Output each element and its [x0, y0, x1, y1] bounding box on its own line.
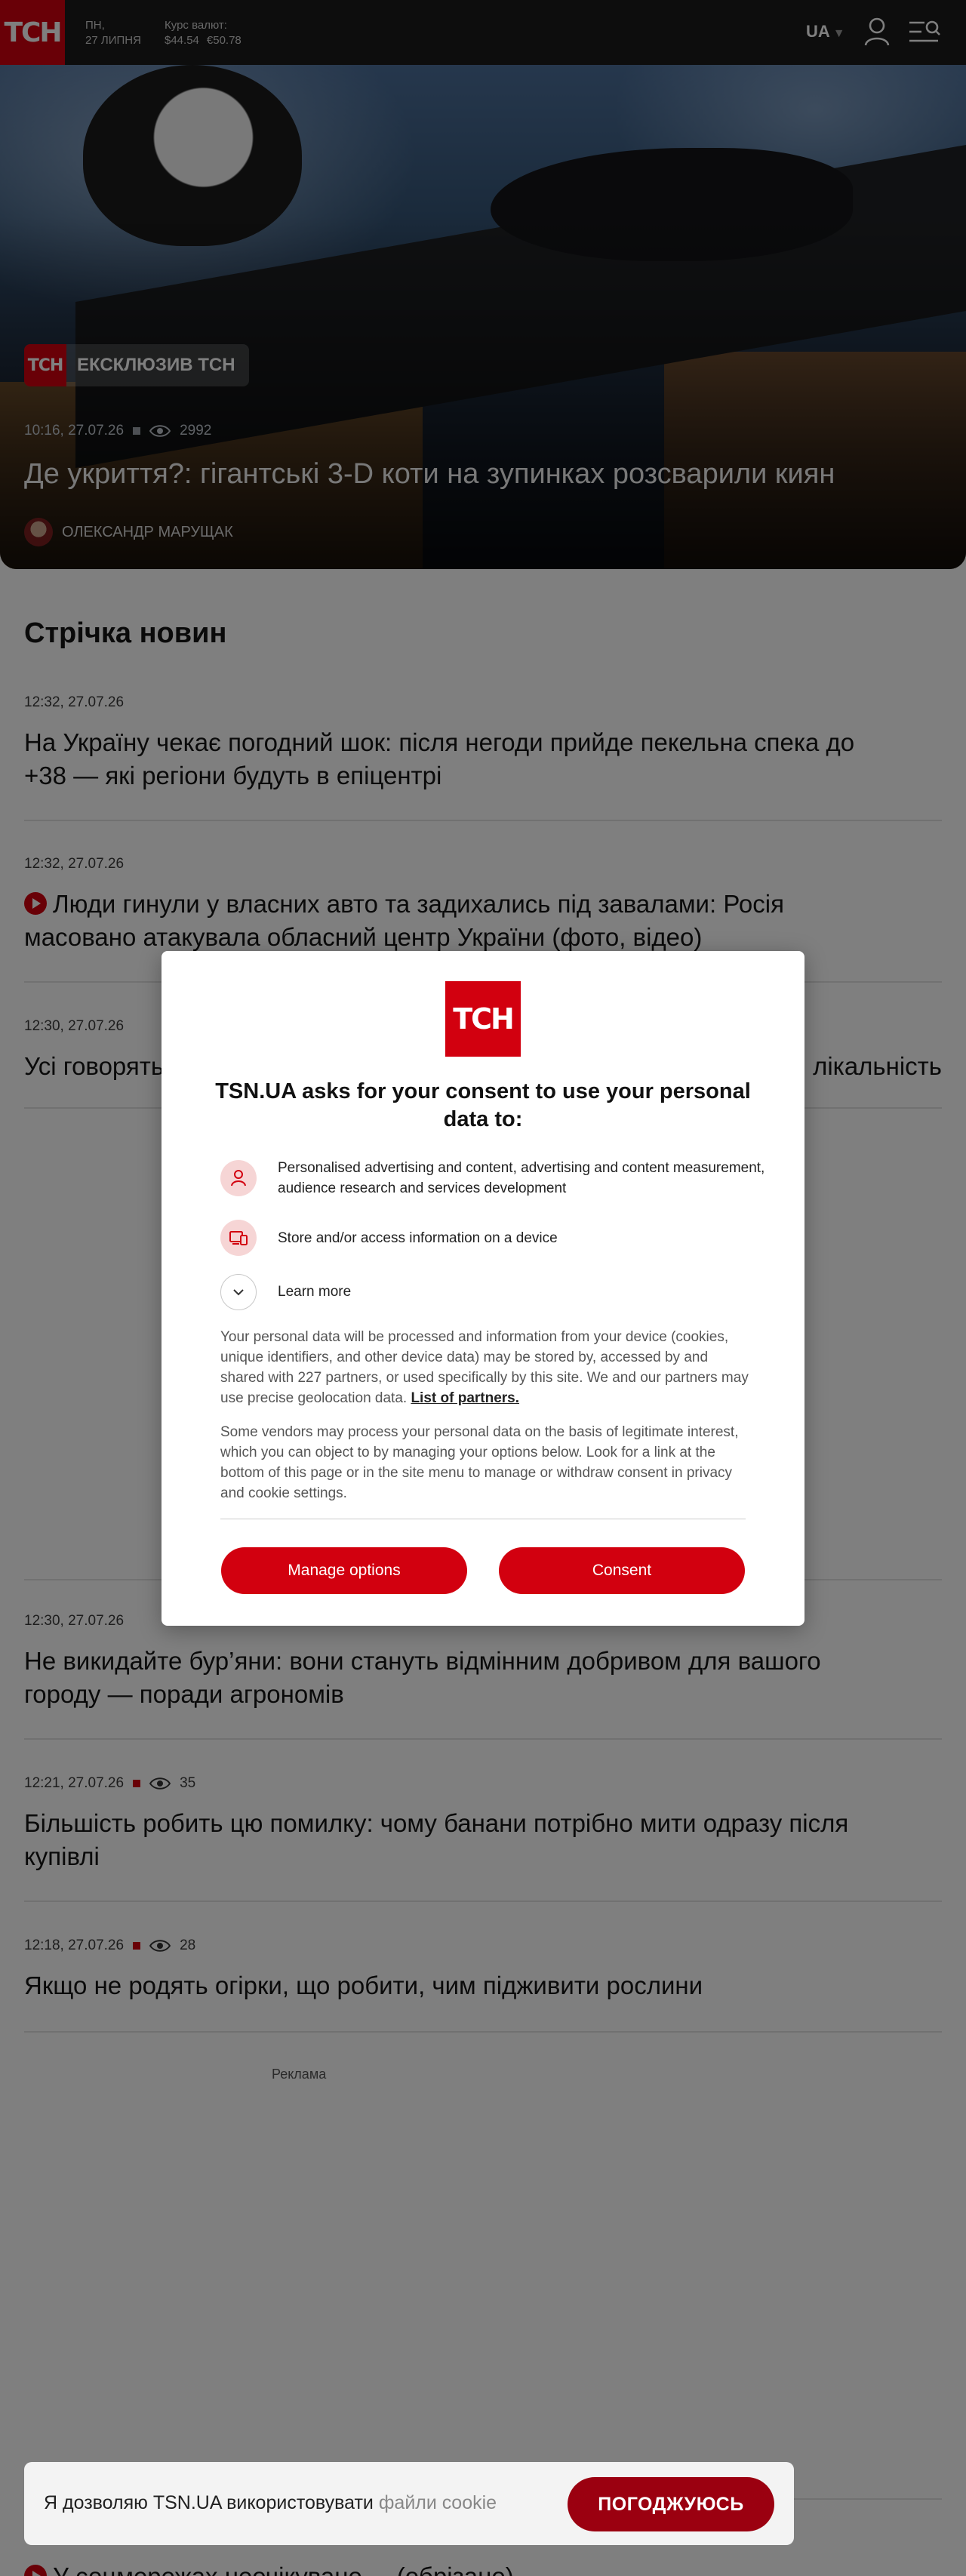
cookie-bar: Я дозволяю TSN.UA використовувати файли … [24, 2462, 794, 2545]
consent-button[interactable]: Consent [499, 1547, 745, 1594]
cookie-accept-button[interactable]: ПОГОДЖУЮСЬ [568, 2477, 774, 2531]
cookie-link[interactable]: файли cookie [379, 2492, 497, 2513]
consent-logo: ТСН [445, 981, 521, 1057]
consent-paragraph: Some vendors may process your personal d… [220, 1424, 739, 1501]
person-icon [220, 1160, 257, 1196]
purpose-text: Personalised advertising and content, ad… [278, 1160, 765, 1196]
cookie-text: Я дозволяю TSN.UA використовувати файли … [44, 2492, 497, 2514]
consent-purpose: Store and/or access information on a dev… [220, 1220, 558, 1256]
purpose-text: Store and/or access information on a dev… [278, 1230, 558, 1246]
manage-options-button[interactable]: Manage options [221, 1547, 467, 1594]
cookie-text-main: Я дозволяю TSN.UA використовувати [44, 2492, 374, 2513]
consent-dialog: ТСН TSN.UA asks for your consent to use … [162, 951, 804, 1626]
learn-more[interactable]: Learn more [220, 1274, 351, 1310]
consent-title: TSN.UA asks for your consent to use your… [215, 1079, 751, 1131]
consent-purpose: Personalised advertising and content, ad… [220, 1158, 804, 1199]
consent-paragraph: Your personal data will be processed and… [220, 1327, 749, 1408]
device-icon [220, 1220, 257, 1256]
learn-more-label[interactable]: Learn more [278, 1284, 351, 1300]
partners-link[interactable]: List of partners. [411, 1390, 519, 1406]
chevron-down-icon[interactable] [220, 1274, 257, 1310]
